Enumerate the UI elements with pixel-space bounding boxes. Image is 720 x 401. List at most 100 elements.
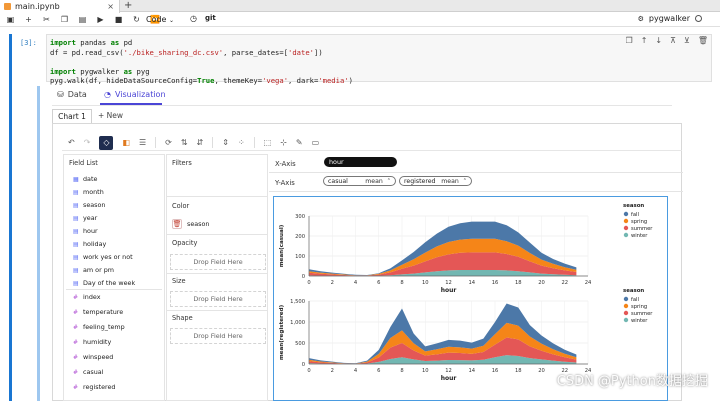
y-axis-title: mean(casual) [279, 224, 285, 267]
field-item[interactable]: # temperature [73, 308, 123, 316]
size-icon[interactable]: ⇕ [222, 138, 229, 147]
field-list-divider [66, 289, 162, 290]
y-field-name: registered [404, 177, 436, 185]
insert-below-icon[interactable]: ⊻ [684, 36, 690, 45]
y-axis-field-casual[interactable]: casual mean ⌃ [323, 176, 396, 186]
export-image-icon[interactable]: ▭ [312, 138, 320, 147]
shelf-divider [269, 191, 683, 192]
chevron-down-icon[interactable]: ⌃ [387, 178, 391, 184]
legend-swatch [623, 317, 629, 323]
undo-icon[interactable]: ↶ [68, 138, 75, 147]
dimension-icon: ▤ [73, 188, 79, 196]
chart-tab-1[interactable]: Chart 1 [52, 109, 92, 123]
code-token: as [110, 38, 120, 47]
transpose-icon[interactable]: ⁘ [238, 138, 245, 147]
sort-asc-icon[interactable]: ⇅ [181, 138, 188, 147]
kernel-indicator[interactable]: ⚙ pygwalker [638, 14, 702, 23]
stack-icon[interactable]: ☰ [139, 138, 146, 147]
database-icon: ⛁ [57, 90, 64, 99]
field-name: temperature [83, 308, 124, 316]
tab-main-ipynb[interactable]: main.ipynb × [0, 0, 120, 13]
field-item[interactable]: # index [73, 293, 100, 301]
remove-icon[interactable]: 🗑 [172, 219, 182, 229]
x-axis-field[interactable]: hour [324, 157, 397, 167]
code-text[interactable]: import pandas as pd df = pd.read_csv('./b… [50, 38, 353, 86]
y-axis-field-registered[interactable]: registered mean ⌃ [399, 176, 472, 186]
copy-icon[interactable]: ❐ [60, 15, 69, 24]
explain-icon[interactable]: ⊹ [280, 138, 287, 147]
code-token: , dark= [288, 76, 319, 86]
move-down-icon[interactable]: ↓ [655, 36, 662, 45]
new-chart-button[interactable]: + New [98, 111, 123, 120]
git-label[interactable]: git [205, 14, 216, 22]
output-marker [37, 86, 40, 401]
field-item[interactable]: ▤ hour [73, 227, 98, 235]
tab-data-label: Data [67, 90, 87, 99]
tabs-divider [52, 105, 672, 106]
clock-icon[interactable]: ◷ [190, 14, 197, 23]
size-dropzone[interactable]: Drop Field Here [170, 291, 266, 307]
stop-icon[interactable]: ■ [114, 15, 123, 24]
field-item[interactable]: ▤ am or pm [73, 266, 114, 274]
settings-icon[interactable]: ⚙ [638, 15, 644, 23]
x-tick-label: 2 [331, 280, 334, 286]
visualization-toolbar: ↶ ↷ ◇ ◧ ☰ ⟳ ⇅ ⇵ ⇕ ⁘ ⬚ ⊹ ✎ ▭ [62, 135, 682, 151]
field-item[interactable]: # casual [73, 368, 104, 376]
refresh-icon[interactable]: ⟳ [165, 138, 172, 147]
move-up-icon[interactable]: ↑ [641, 36, 648, 45]
y-field-agg[interactable]: mean [365, 178, 383, 185]
field-item[interactable]: ▤ year [73, 214, 97, 222]
opacity-dropzone[interactable]: Drop Field Here [170, 254, 266, 270]
x-axis-title: hour [441, 287, 457, 294]
y-field-agg[interactable]: mean [441, 178, 459, 185]
tab-visualization[interactable]: ◔ Visualization [104, 90, 166, 99]
field-item[interactable]: # winspeed [73, 353, 113, 361]
y-axis-title: mean(registered) [279, 304, 285, 360]
insert-above-icon[interactable]: ⊼ [670, 36, 676, 45]
pen-icon[interactable]: ✎ [296, 138, 303, 147]
x-tick-label: 6 [377, 368, 380, 374]
field-item[interactable]: # humidity [73, 338, 111, 346]
field-item[interactable]: ▤ month [73, 188, 104, 196]
code-token: pygwalker [75, 66, 124, 76]
brush-icon[interactable]: ⬚ [264, 138, 272, 147]
duplicate-icon[interactable]: ❐ [626, 36, 633, 45]
field-item[interactable]: ▤ work yes or not [73, 253, 133, 261]
color-field-chip[interactable]: 🗑 season [170, 217, 264, 231]
legend-swatch [623, 225, 629, 231]
legend-swatch [623, 310, 629, 316]
mark-type-icon[interactable]: ◇ [99, 135, 114, 150]
field-item[interactable]: # registered [73, 383, 116, 391]
field-item[interactable]: ▤ season [73, 201, 105, 209]
cell-active-marker [9, 34, 12, 401]
cut-icon[interactable]: ✂ [42, 15, 51, 24]
code-token: import [50, 38, 76, 47]
shape-dropzone[interactable]: Drop Field Here [170, 328, 266, 344]
paste-icon[interactable]: ▤ [78, 15, 87, 24]
cell-type-select[interactable]: Code ⌄ [146, 15, 174, 24]
redo-icon[interactable]: ↷ [84, 138, 91, 147]
legend-swatch [623, 211, 629, 217]
restart-icon[interactable]: ↻ [132, 15, 141, 24]
field-item[interactable]: ▤ Day of the week [73, 279, 135, 287]
save-icon[interactable]: ▣ [6, 15, 15, 24]
aggregation-icon[interactable]: ◧ [122, 138, 130, 147]
run-icon[interactable]: ▶ [96, 15, 105, 24]
chevron-down-icon[interactable]: ⌃ [463, 178, 467, 184]
field-item[interactable]: ▦ date [73, 175, 97, 183]
code-token: pandas [75, 38, 111, 47]
field-item[interactable]: ▤ holiday [73, 240, 106, 248]
delete-icon[interactable]: 🗑 [698, 36, 708, 45]
add-cell-icon[interactable]: + [24, 15, 33, 24]
filters-label: Filters [172, 159, 192, 167]
tab-data[interactable]: ⛁ Data [57, 90, 87, 99]
code-token: as [123, 66, 133, 76]
sort-desc-icon[interactable]: ⇵ [197, 138, 204, 147]
x-tick-label: 14 [468, 280, 475, 286]
x-tick-label: 16 [492, 368, 499, 374]
field-item[interactable]: # feeling_temp [73, 323, 125, 331]
new-tab-button[interactable]: + [124, 0, 132, 11]
legend-title: season [623, 203, 644, 209]
close-icon[interactable]: × [107, 2, 114, 11]
measure-icon: # [73, 338, 79, 346]
